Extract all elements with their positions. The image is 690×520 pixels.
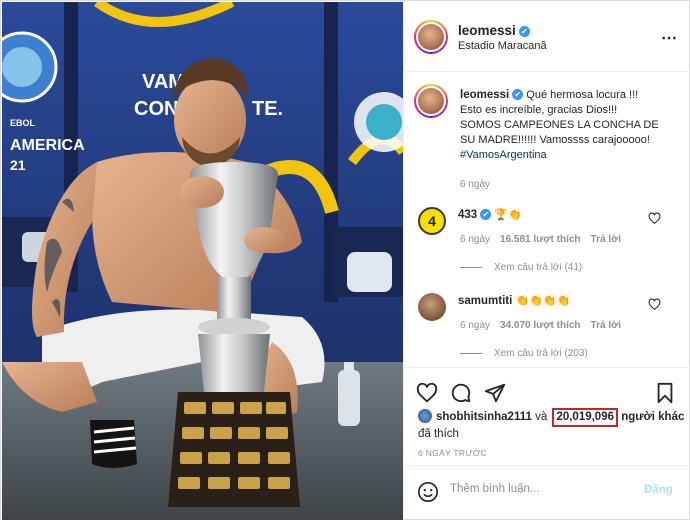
view-replies-1[interactable]: Xem câu trả lời (41)	[460, 262, 582, 273]
post-caption: leomessi ✔ Qué hermosa locura !!! Esto es…	[460, 88, 676, 192]
post-time-ago[interactable]: 6 NGÀY TRƯỚC	[418, 448, 487, 458]
liker-username[interactable]: shobhitsinha2111	[436, 411, 532, 423]
comment-2: samumtiti 👏👏👏👏	[458, 294, 570, 307]
comment-1-meta: 6 ngày 16.581 lượt thích Trả lời	[460, 234, 621, 245]
comment-like-heart-icon[interactable]	[648, 298, 661, 311]
verified-icon: ✔	[518, 26, 530, 37]
caption-avatar-ring[interactable]	[414, 84, 448, 118]
comment-text: 🏆👏	[494, 209, 522, 221]
commenter-avatar-samumtiti[interactable]	[418, 293, 446, 321]
heart-icon[interactable]	[416, 382, 438, 404]
banner-suffix-text: TE.	[252, 98, 283, 120]
verified-icon: ✔	[480, 209, 492, 220]
post-header: leomessi ✔ Estadio Maracanã ⋯	[404, 2, 690, 72]
caption-line-4: SU MADRE!!!!!! Vamossss carajooooo!	[460, 134, 650, 146]
reply-button[interactable]: Trả lời	[591, 320, 621, 331]
post-location[interactable]: Estadio Maracanã	[458, 40, 547, 52]
post-photo[interactable]: VAMOS CON TODO TE. EBOL AMERICA 21	[2, 2, 403, 520]
comment-likes[interactable]: 16.581 lượt thích	[500, 234, 581, 245]
post-comment-button[interactable]: Đăng	[644, 484, 673, 496]
comment-username[interactable]: 433	[458, 209, 477, 221]
comment-input[interactable]	[450, 483, 630, 495]
comment-username[interactable]: samumtiti	[458, 295, 512, 307]
caption-line-1: Qué hermosa locura !!!	[526, 89, 639, 101]
instagram-post: VAMOS CON TODO TE. EBOL AMERICA 21	[0, 0, 690, 520]
photo-illustration: VAMOS CON TODO TE. EBOL AMERICA 21	[2, 2, 403, 520]
story-ring[interactable]	[414, 20, 448, 54]
comment-text: 👏👏👏👏	[515, 295, 571, 307]
comment-time[interactable]: 6 ngày	[460, 320, 490, 331]
view-replies-2[interactable]: Xem câu trả lời (203)	[460, 348, 588, 359]
action-bar	[404, 367, 690, 407]
likes-connector: và	[535, 411, 548, 423]
comment-1: 433 ✔ 🏆👏	[458, 208, 522, 221]
verified-icon: ✔	[512, 89, 524, 100]
caption-line-2: Esto es increíble, gracias Dios!!!	[460, 104, 618, 116]
view-replies-label[interactable]: Xem câu trả lời (41)	[494, 262, 582, 273]
commenter-avatar-433[interactable]: 4	[418, 207, 446, 235]
share-icon[interactable]	[484, 382, 506, 404]
post-details-panel: leomessi ✔ Estadio Maracanã ⋯ leomessi ✔ Q…	[403, 2, 690, 520]
reply-button[interactable]: Trả lời	[591, 234, 621, 245]
comment-icon[interactable]	[450, 382, 472, 404]
caption-time[interactable]: 6 ngày	[460, 177, 676, 192]
comment-like-heart-icon[interactable]	[648, 212, 661, 225]
comment-likes[interactable]: 34.070 lượt thích	[500, 320, 581, 331]
view-replies-label[interactable]: Xem câu trả lời (203)	[494, 348, 588, 359]
more-options-icon[interactable]: ⋯	[661, 28, 678, 48]
banner-left-1: EBOL	[10, 118, 36, 128]
likes-suffix[interactable]: người khác	[621, 411, 684, 423]
header-user: leomessi ✔	[458, 22, 530, 40]
emoji-icon[interactable]	[417, 481, 439, 503]
likes-count[interactable]: 20,019,096	[552, 408, 618, 427]
caption-username[interactable]: leomessi	[460, 89, 509, 101]
liker-avatar[interactable]	[418, 409, 432, 423]
caption-avatar	[418, 88, 444, 114]
avatar	[418, 24, 444, 50]
comment-time[interactable]: 6 ngày	[460, 234, 490, 245]
likes-line2: đã thích	[418, 428, 459, 440]
caption-line-3: SOMOS CAMPEONES LA CONCHA DE	[460, 119, 659, 131]
comment-2-meta: 6 ngày 34.070 lượt thích Trả lời	[460, 320, 621, 331]
hashtag-link[interactable]: #VamosArgentina	[460, 149, 547, 161]
banner-left-3: 21	[10, 157, 26, 173]
banner-left-2: AMERICA	[10, 137, 85, 154]
header-username[interactable]: leomessi	[458, 23, 516, 38]
bookmark-icon[interactable]	[654, 382, 676, 404]
likes-summary: shobhitsinha2111 và 20,019,096 người khá…	[418, 408, 688, 442]
add-comment-bar: Đăng	[404, 465, 690, 520]
